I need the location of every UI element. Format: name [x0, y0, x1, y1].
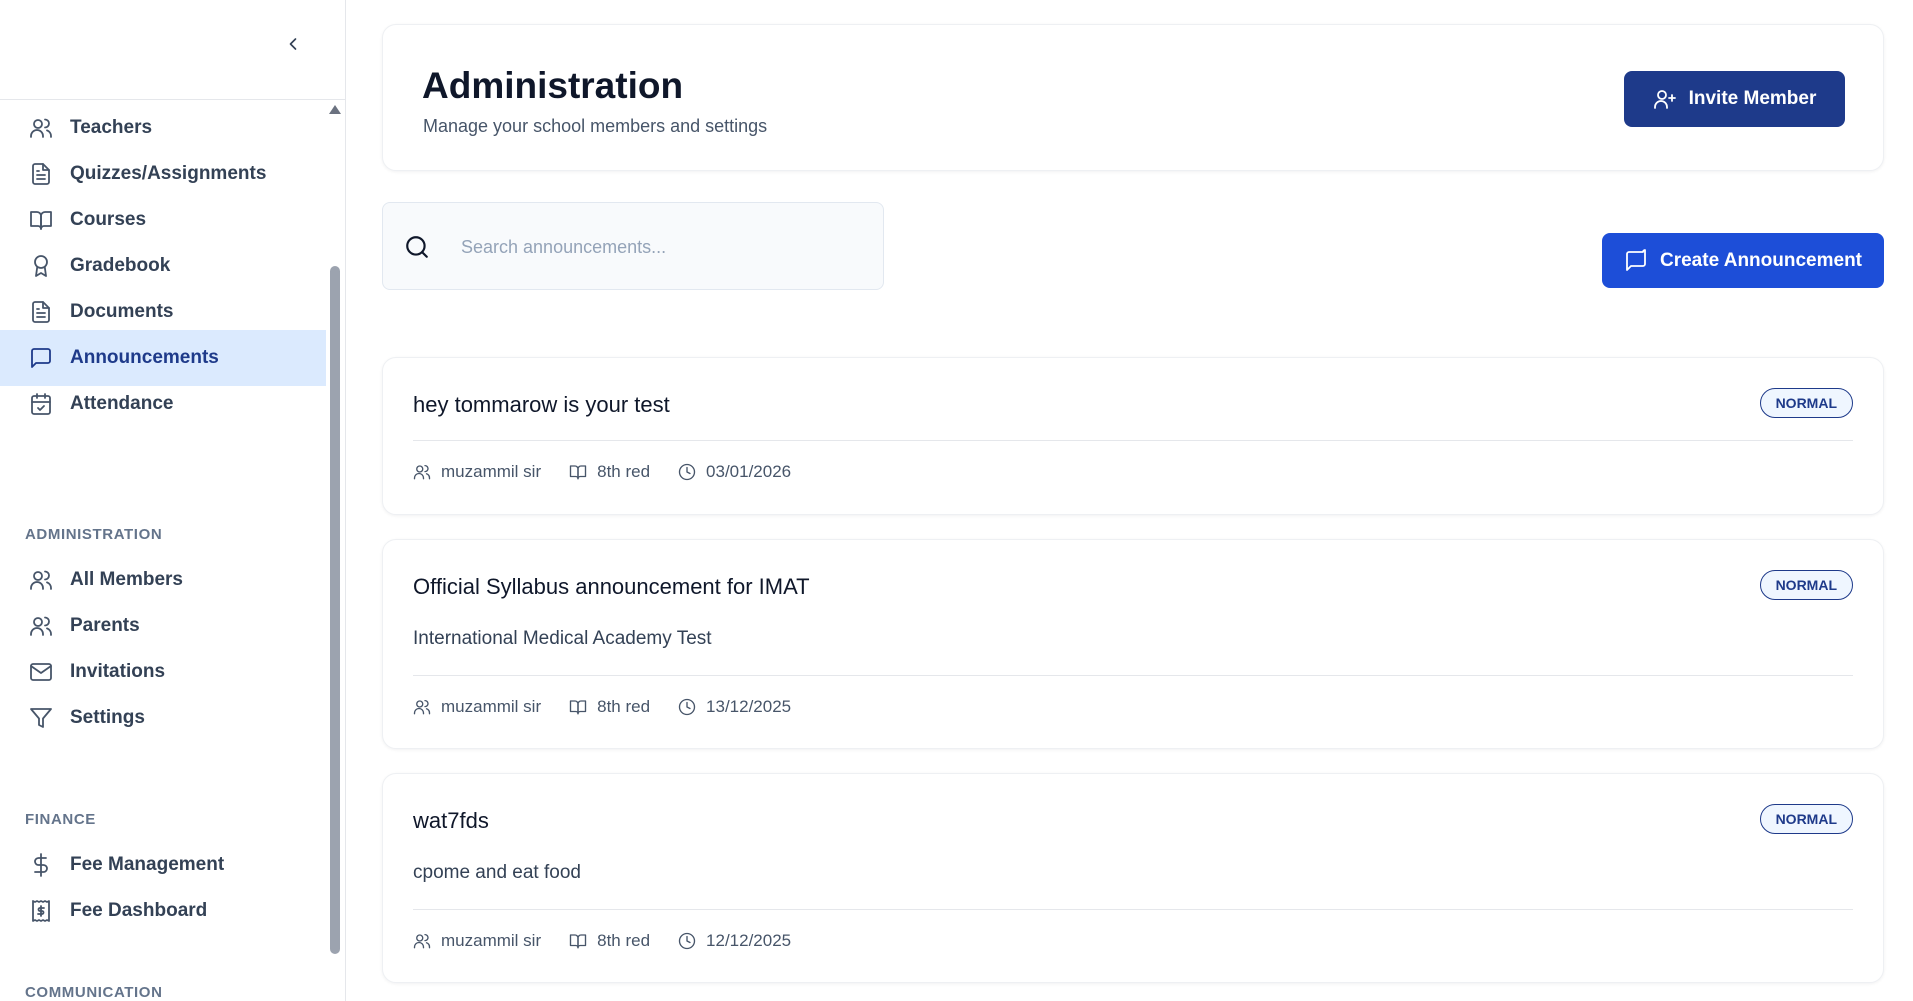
sidebar-nav: Teachers Quizzes/Assignments Courses Gra…: [0, 100, 346, 1001]
chevron-left-icon: [289, 38, 297, 50]
page-header-card: Administration Manage your school member…: [382, 24, 1884, 171]
sidebar: Teachers Quizzes/Assignments Courses Gra…: [0, 0, 346, 1001]
book-open-icon: [28, 207, 54, 233]
create-announcement-button[interactable]: Create Announcement: [1602, 233, 1884, 288]
dollar-icon: [28, 852, 54, 878]
book-open-icon: [569, 700, 587, 715]
sidebar-item-label: Parents: [70, 615, 140, 636]
page-subtitle: Manage your school members and settings: [423, 116, 768, 136]
announcement-card[interactable]: hey tommarow is your test NORMAL muzammi…: [382, 357, 1884, 515]
receipt-icon: [28, 898, 54, 924]
priority-badge: NORMAL: [1759, 804, 1853, 834]
announcement-meta: muzammil sir 8th red 03/01/2026: [413, 462, 819, 482]
users-icon: [28, 115, 54, 141]
page-title: Administration: [422, 65, 684, 106]
announcement-description: cpome and eat food: [413, 862, 581, 883]
author-meta: muzammil sir: [413, 931, 541, 951]
announcement-title: Official Syllabus announcement for IMAT: [413, 574, 810, 599]
sidebar-item-label: Gradebook: [70, 255, 171, 276]
announcement-date: 12/12/2025: [706, 931, 792, 950]
section-heading-administration: ADMINISTRATION: [25, 526, 163, 543]
section-heading-finance: FINANCE: [25, 811, 96, 828]
search-input[interactable]: [461, 225, 861, 269]
sidebar-item-label: Settings: [70, 707, 145, 728]
sidebar-item-label: Courses: [70, 209, 147, 230]
announcement-meta: muzammil sir 8th red 12/12/2025: [413, 931, 819, 951]
sidebar-item-label: Documents: [70, 301, 174, 322]
class-meta: 8th red: [569, 697, 650, 717]
award-icon: [28, 253, 54, 279]
announcement-card[interactable]: wat7fds NORMAL cpome and eat food muzamm…: [382, 773, 1884, 983]
class-name: 8th red: [597, 462, 651, 481]
sidebar-item-settings[interactable]: Settings: [0, 690, 326, 746]
mail-icon: [28, 659, 54, 685]
sidebar-item-fee-dashboard[interactable]: Fee Dashboard: [0, 883, 326, 939]
class-meta: 8th red: [569, 462, 650, 482]
invite-member-label: Invite Member: [1688, 88, 1817, 109]
announcement-description: International Medical Academy Test: [413, 628, 712, 649]
class-name: 8th red: [597, 697, 651, 716]
author-name: muzammil sir: [441, 462, 542, 481]
announcement-card[interactable]: Official Syllabus announcement for IMAT …: [382, 539, 1884, 749]
clock-icon: [678, 698, 696, 716]
sidebar-scrollbar-thumb[interactable]: [330, 266, 340, 954]
sidebar-item-label: Fee Management: [70, 854, 225, 875]
sidebar-header: [0, 0, 345, 100]
search-icon: [406, 236, 428, 258]
message-square-icon: [28, 345, 54, 371]
users-icon: [28, 613, 54, 639]
file-text-icon: [28, 161, 54, 187]
scroll-up-arrow[interactable]: [329, 105, 341, 114]
announcement-date: 13/12/2025: [706, 697, 792, 716]
sidebar-item-label: Teachers: [70, 117, 153, 138]
users-icon: [413, 464, 431, 480]
date-meta: 03/01/2026: [678, 462, 791, 482]
sidebar-item-label: Announcements: [70, 347, 219, 368]
sidebar-item-label: Fee Dashboard: [70, 900, 208, 921]
priority-badge: NORMAL: [1759, 570, 1853, 600]
sidebar-item-label: Invitations: [70, 661, 166, 682]
collapse-sidebar-button[interactable]: [279, 30, 307, 58]
divider: [413, 440, 1853, 441]
announcement-date: 03/01/2026: [706, 462, 792, 481]
author-meta: muzammil sir: [413, 697, 541, 717]
announcement-meta: muzammil sir 8th red 13/12/2025: [413, 697, 819, 717]
date-meta: 13/12/2025: [678, 697, 791, 717]
book-open-icon: [569, 934, 587, 949]
class-name: 8th red: [597, 931, 651, 950]
search-box: [382, 202, 884, 290]
user-plus-icon: [1653, 90, 1676, 109]
users-icon: [413, 933, 431, 949]
book-open-icon: [569, 465, 587, 480]
author-name: muzammil sir: [441, 697, 542, 716]
divider: [413, 909, 1853, 910]
file-text-icon: [28, 299, 54, 325]
users-icon: [28, 567, 54, 593]
clock-icon: [678, 463, 696, 481]
sidebar-item-attendance[interactable]: Attendance: [0, 376, 326, 432]
create-announcement-label: Create Announcement: [1660, 249, 1862, 271]
class-meta: 8th red: [569, 931, 650, 951]
sidebar-item-label: Quizzes/Assignments: [70, 163, 267, 184]
divider: [413, 675, 1853, 676]
author-name: muzammil sir: [441, 931, 542, 950]
invite-member-button[interactable]: Invite Member: [1624, 71, 1845, 127]
author-meta: muzammil sir: [413, 462, 541, 482]
section-heading-communication: COMMUNICATION: [25, 984, 163, 1001]
announcement-title: hey tommarow is your test: [413, 392, 670, 417]
filter-icon: [28, 705, 54, 731]
clock-icon: [678, 932, 696, 950]
calendar-check-icon: [28, 391, 54, 417]
date-meta: 12/12/2025: [678, 931, 791, 951]
users-icon: [413, 699, 431, 715]
message-square-icon: [1626, 248, 1646, 271]
announcement-title: wat7fds: [413, 808, 489, 833]
sidebar-item-label: All Members: [70, 569, 183, 590]
priority-badge: NORMAL: [1759, 388, 1853, 418]
sidebar-item-label: Attendance: [70, 393, 174, 414]
